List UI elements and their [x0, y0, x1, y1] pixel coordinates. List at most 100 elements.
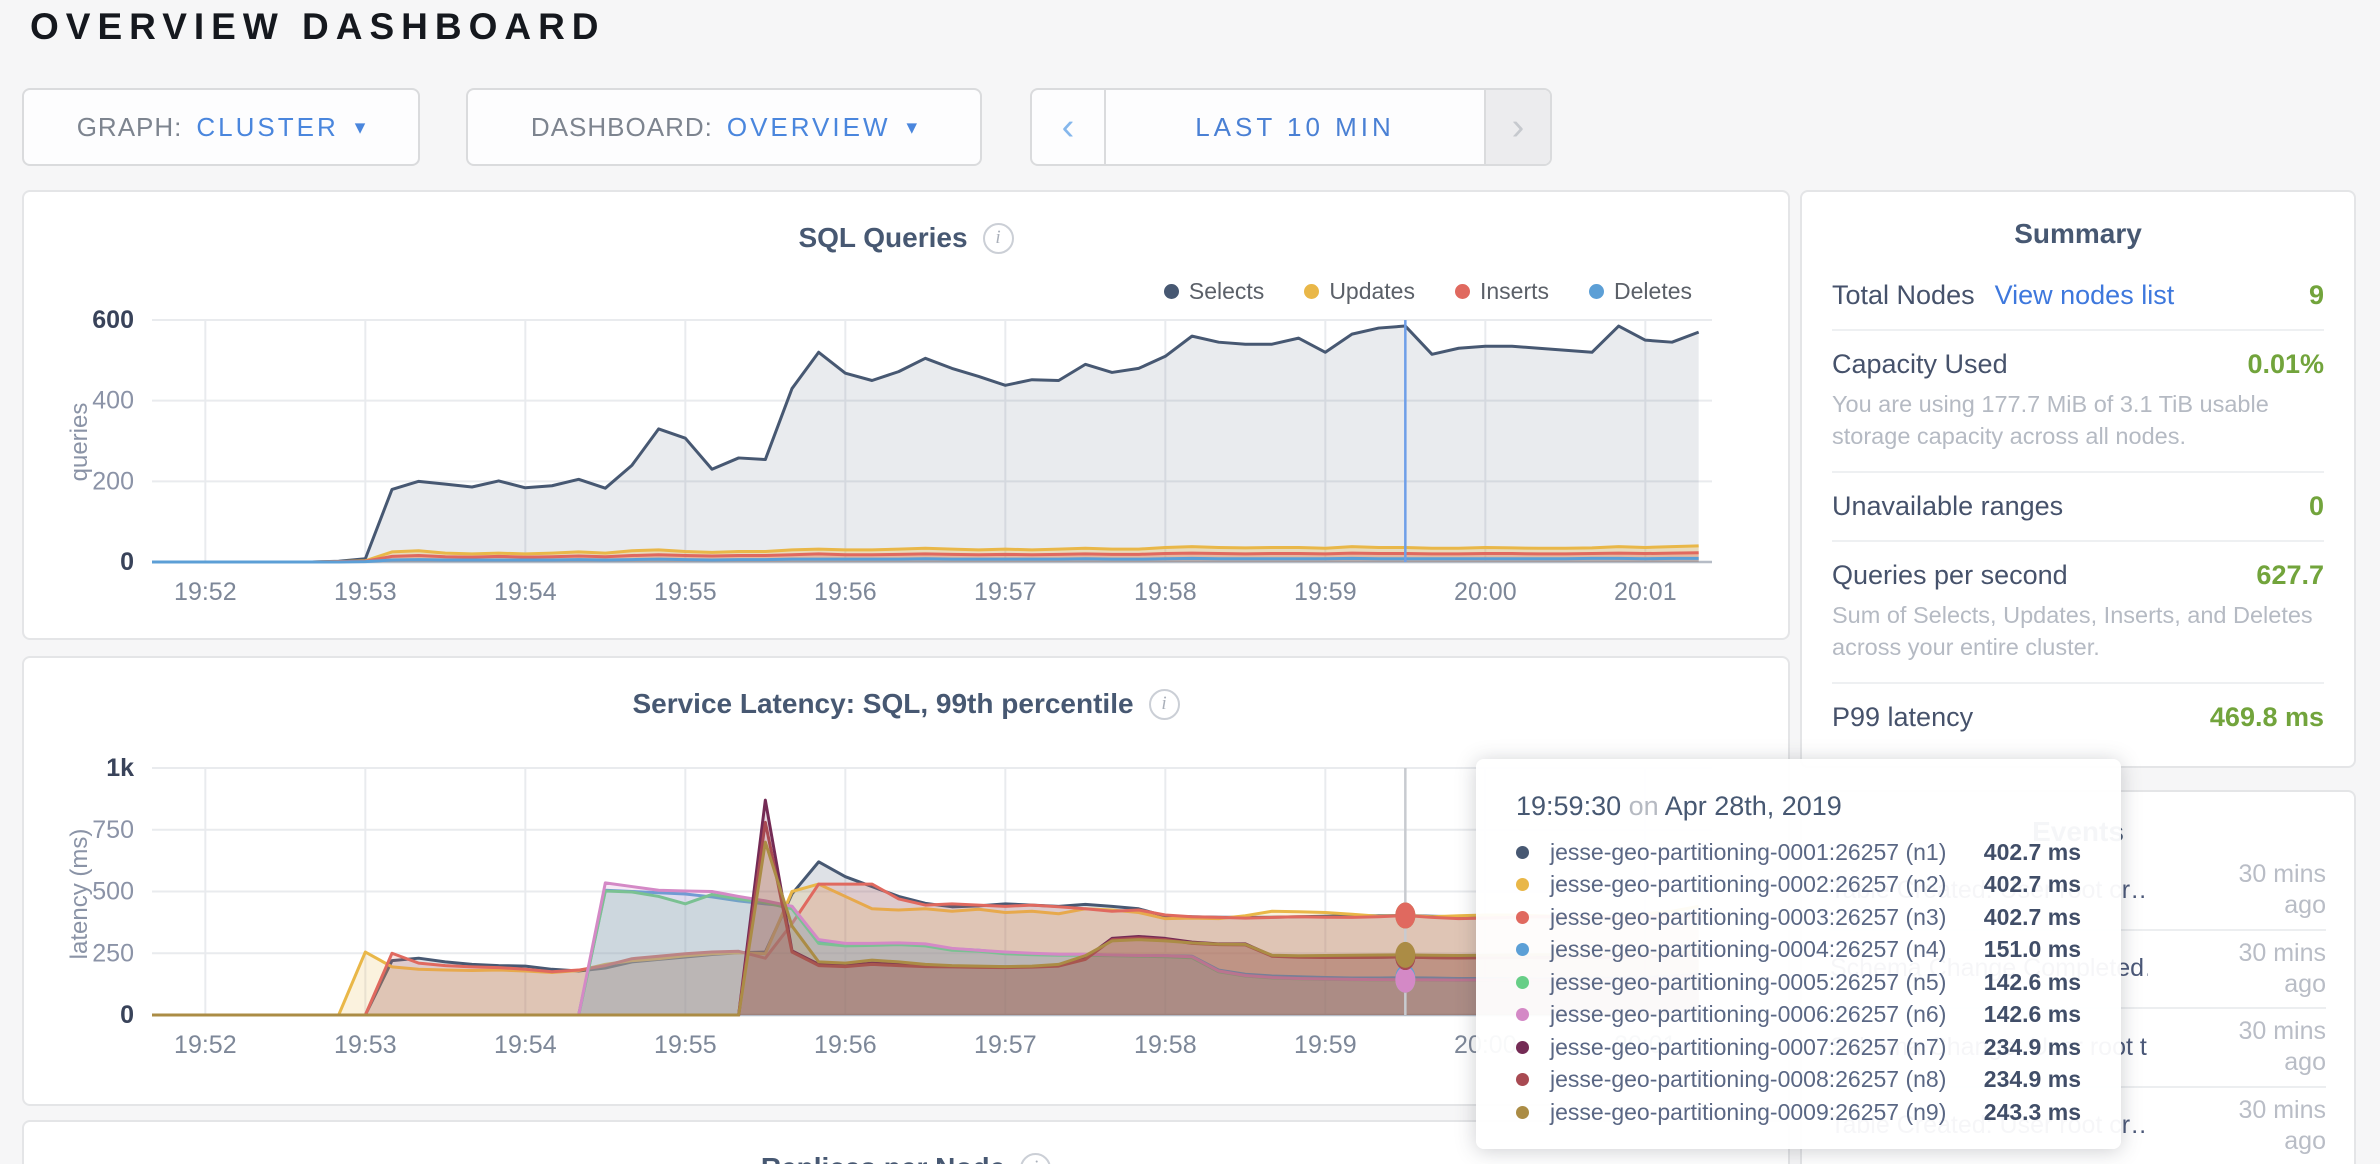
- time-range-next-button[interactable]: ›: [1484, 90, 1550, 164]
- x-axis-tick-label: 20:01: [1614, 578, 1677, 606]
- x-axis-tick-label: 19:54: [494, 1031, 557, 1059]
- event-timestamp: 30 mins ago: [2216, 1016, 2326, 1079]
- series-dot-icon: [1516, 1106, 1529, 1119]
- view-nodes-list-link[interactable]: View nodes list: [1995, 280, 2175, 311]
- chevron-down-icon: ▾: [907, 115, 918, 140]
- capacity-used-description: You are using 177.7 MiB of 3.1 TiB usabl…: [1832, 388, 2324, 453]
- tooltip-node-name: jesse-geo-partitioning-0009:26257 (n9): [1550, 1099, 1972, 1126]
- graph-dropdown[interactable]: GRAPH: CLUSTER ▾: [22, 88, 420, 166]
- x-axis-tick-label: 19:58: [1134, 1031, 1197, 1059]
- crosshair-dot: [1395, 967, 1415, 993]
- x-axis-tick-label: 19:54: [494, 578, 557, 606]
- info-icon[interactable]: i: [1020, 1153, 1051, 1164]
- y-axis-tick-label: 500: [92, 878, 134, 906]
- tooltip-node-row: jesse-geo-partitioning-0002:26257 (n2) 40…: [1516, 869, 2081, 902]
- tooltip-node-row: jesse-geo-partitioning-0008:26257 (n8) 23…: [1516, 1064, 2081, 1097]
- x-axis-tick-label: 19:53: [334, 1031, 397, 1059]
- y-axis-tick-label: 600: [92, 306, 134, 334]
- x-axis-tick-label: 19:56: [814, 1031, 877, 1059]
- time-range-prev-button[interactable]: ‹: [1032, 90, 1106, 164]
- tooltip-node-value: 234.9 ms: [1984, 1066, 2081, 1093]
- chart-hover-tooltip: 19:59:30 on Apr 28th, 2019 jesse-geo-par…: [1476, 759, 2121, 1149]
- summary-total-nodes: Total Nodes View nodes list 9: [1832, 262, 2324, 331]
- tooltip-node-name: jesse-geo-partitioning-0008:26257 (n8): [1550, 1066, 1972, 1093]
- x-axis-tick-label: 19:57: [974, 1031, 1037, 1059]
- y-axis-tick-label: 250: [92, 939, 134, 967]
- tooltip-node-value: 151.0 ms: [1984, 936, 2081, 963]
- x-axis-tick-label: 19:59: [1294, 1031, 1357, 1059]
- tooltip-node-name: jesse-geo-partitioning-0003:26257 (n3): [1550, 904, 1972, 931]
- chevron-down-icon: ▾: [355, 115, 366, 140]
- graph-dropdown-label: GRAPH:: [77, 112, 183, 143]
- x-axis-tick-label: 19:56: [814, 578, 877, 606]
- summary-panel: Summary Total Nodes View nodes list 9 Ca…: [1800, 190, 2356, 768]
- tooltip-node-value: 234.9 ms: [1984, 1034, 2081, 1061]
- capacity-used-value: 0.01%: [2247, 349, 2324, 380]
- chevron-left-icon: ‹: [1062, 106, 1075, 149]
- tooltip-rows: jesse-geo-partitioning-0001:26257 (n1) 40…: [1516, 836, 2081, 1129]
- series-dot-icon: [1516, 1073, 1529, 1086]
- event-timestamp: 30 mins ago: [2216, 859, 2326, 922]
- tooltip-node-row: jesse-geo-partitioning-0005:26257 (n5)14…: [1516, 966, 2081, 999]
- sql-queries-panel: SQL Queries i SelectsUpdatesInsertsDelet…: [22, 190, 1790, 640]
- overview-dashboard-page: OVERVIEW DASHBOARD GRAPH: CLUSTER ▾ DASH…: [0, 0, 2380, 1164]
- x-axis-tick-label: 19:55: [654, 578, 717, 606]
- p99-latency-label: P99 latency: [1832, 702, 1973, 733]
- series-dot-icon: [1516, 943, 1529, 956]
- tooltip-time: 19:59:30: [1516, 791, 1621, 821]
- event-timestamp: 30 mins ago: [2216, 938, 2326, 1001]
- y-axis-tick-label: 1k: [106, 754, 134, 782]
- qps-description: Sum of Selects, Updates, Inserts, and De…: [1832, 599, 2324, 664]
- dashboard-dropdown[interactable]: DASHBOARD: OVERVIEW ▾: [466, 88, 982, 166]
- summary-queries-per-second: Queries per second 627.7 Sum of Selects,…: [1832, 542, 2324, 684]
- series-dot-icon: [1516, 1041, 1529, 1054]
- page-title: OVERVIEW DASHBOARD: [30, 6, 606, 48]
- tooltip-node-value: 142.6 ms: [1984, 1001, 2081, 1028]
- tooltip-header: 19:59:30 on Apr 28th, 2019: [1516, 791, 2081, 822]
- dashboard-dropdown-label: DASHBOARD:: [531, 112, 713, 143]
- tooltip-node-row: jesse-geo-partitioning-0003:26257 (n3) 40…: [1516, 901, 2081, 934]
- p99-latency-value: 469.8 ms: [2210, 702, 2324, 733]
- series-dot-icon: [1516, 1008, 1529, 1021]
- crosshair-dot: [1395, 942, 1415, 968]
- series-dot-icon: [1516, 911, 1529, 924]
- chevron-right-icon: ›: [1512, 106, 1525, 149]
- series-dot-icon: [1516, 846, 1529, 859]
- x-axis-tick-label: 19:53: [334, 578, 397, 606]
- x-axis-tick-label: 19:52: [174, 1031, 237, 1059]
- y-axis-tick-label: 0: [120, 548, 134, 576]
- tooltip-node-name: jesse-geo-partitioning-0007:26257 (n7): [1550, 1034, 1972, 1061]
- sql-queries-chart[interactable]: 19:5219:5319:5419:5519:5619:5719:5819:59…: [24, 192, 1788, 638]
- tooltip-node-value: 402.7 ms: [1984, 904, 2081, 931]
- series-dot-icon: [1516, 878, 1529, 891]
- tooltip-node-name: jesse-geo-partitioning-0001:26257 (n1): [1550, 839, 1972, 866]
- series-area-Selects: [152, 326, 1699, 562]
- tooltip-node-value: 402.7 ms: [1984, 839, 2081, 866]
- tooltip-node-row: jesse-geo-partitioning-0009:26257 (n9) 24…: [1516, 1096, 2081, 1129]
- tooltip-node-name: jesse-geo-partitioning-0004:26257 (n4): [1550, 936, 1972, 963]
- tooltip-date: Apr 28th, 2019: [1665, 791, 1842, 821]
- y-axis-tick-label: 750: [92, 816, 134, 844]
- tooltip-node-name: jesse-geo-partitioning-0006:26257 (n6): [1550, 1001, 1972, 1028]
- summary-unavailable-ranges: Unavailable ranges 0: [1832, 473, 2324, 542]
- tooltip-node-value: 402.7 ms: [1984, 871, 2081, 898]
- qps-label: Queries per second: [1832, 560, 2068, 591]
- tooltip-node-name: jesse-geo-partitioning-0002:26257 (n2): [1550, 871, 1972, 898]
- tooltip-node-row: jesse-geo-partitioning-0004:26257 (n4) 15…: [1516, 934, 2081, 967]
- qps-value: 627.7: [2256, 560, 2324, 591]
- summary-title: Summary: [1832, 218, 2324, 250]
- summary-capacity-used: Capacity Used 0.01% You are using 177.7 …: [1832, 331, 2324, 473]
- tooltip-node-row: jesse-geo-partitioning-0007:26257 (n7) 23…: [1516, 1031, 2081, 1064]
- x-axis-tick-label: 19:55: [654, 1031, 717, 1059]
- tooltip-node-name: jesse-geo-partitioning-0005:26257 (n5): [1550, 969, 1972, 996]
- total-nodes-label: Total Nodes: [1832, 280, 1975, 311]
- tooltip-node-value: 243.3 ms: [1984, 1099, 2081, 1126]
- series-dot-icon: [1516, 976, 1529, 989]
- unavailable-ranges-value: 0: [2309, 491, 2324, 522]
- time-range-value[interactable]: LAST 10 MIN: [1106, 90, 1484, 164]
- y-axis-tick-label: 200: [92, 467, 134, 495]
- x-axis-tick-label: 20:00: [1454, 578, 1517, 606]
- tooltip-node-row: jesse-geo-partitioning-0006:26257 (n6) 14…: [1516, 999, 2081, 1032]
- capacity-used-label: Capacity Used: [1832, 349, 2008, 380]
- x-axis-tick-label: 19:59: [1294, 578, 1357, 606]
